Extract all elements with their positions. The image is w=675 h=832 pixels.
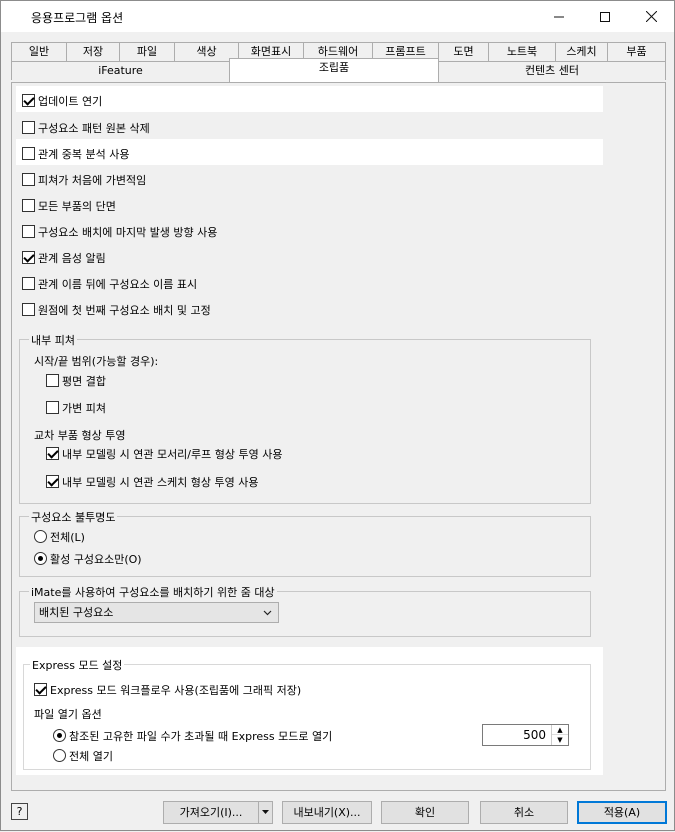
features-adaptive-checkbox[interactable] xyxy=(22,173,35,186)
imate-zoom-selected: 배치된 구성요소 xyxy=(39,606,114,619)
express-title: Express 모드 설정 xyxy=(30,657,125,673)
title-bar: 응용프로그램 옵션 xyxy=(1,1,674,32)
tab-notebook[interactable]: 노트북 xyxy=(488,42,556,61)
cancel-button[interactable]: 취소 xyxy=(480,801,568,824)
opacity-active-label: 활성 구성요소만(O) xyxy=(50,553,142,566)
express-threshold-label: 참조된 고유한 파일 수가 초과될 때 Express 모드로 열기 xyxy=(69,730,333,743)
features-adaptive-label: 피쳐가 처음에 가변적임 xyxy=(38,174,147,187)
opacity-all-radio[interactable] xyxy=(34,530,47,543)
component-names-after-relationships-label: 관계 이름 뒤에 구성요소 이름 표시 xyxy=(38,278,198,291)
opacity-group xyxy=(19,516,591,577)
tab-sketch[interactable]: 스케치 xyxy=(555,42,608,61)
defer-update-label: 업데이트 연기 xyxy=(38,95,103,108)
spin-buttons: ▲ ▼ xyxy=(551,725,568,745)
section-all-parts-checkbox[interactable] xyxy=(22,199,35,212)
maximize-icon[interactable] xyxy=(582,1,628,32)
opacity-title: 구성요소 불투명도 xyxy=(29,509,118,525)
options-dialog: 응용프로그램 옵션 일반 저장 파일 색상 화면표시 하드웨어 프롬프트 도면 … xyxy=(0,0,675,831)
relationship-audio-checkbox[interactable] xyxy=(22,251,35,264)
window-title: 응용프로그램 옵션 xyxy=(31,11,124,25)
range-label: 시작/끝 범위(가능할 경우): xyxy=(34,355,159,368)
mate-plane-label: 평면 결합 xyxy=(62,375,106,388)
sketch-projection-label: 내부 모델링 시 연관 스케치 형상 투영 사용 xyxy=(62,476,259,489)
tab-save[interactable]: 저장 xyxy=(66,42,120,61)
tab-assembly[interactable]: 조립품 xyxy=(229,58,439,82)
apply-button[interactable]: 적용(A) xyxy=(577,801,667,824)
export-button[interactable]: 내보내기(X)... xyxy=(282,801,372,824)
tab-part[interactable]: 부품 xyxy=(607,42,666,61)
mate-plane-checkbox[interactable] xyxy=(46,374,59,387)
import-dropdown-arrow[interactable] xyxy=(258,801,273,824)
import-button[interactable]: 가져오기(I)... xyxy=(163,801,259,824)
edge-loop-projection-label: 내부 모델링 시 연관 모서리/루프 형상 투영 사용 xyxy=(62,448,283,461)
place-first-at-origin-label: 원점에 첫 번째 구성요소 배치 및 고정 xyxy=(38,304,211,317)
edge-loop-projection-checkbox[interactable] xyxy=(46,447,59,460)
express-workflow-label: Express 모드 워크플로우 사용(조립품에 그래픽 저장) xyxy=(50,684,302,697)
relationship-audio-label: 관계 음성 알림 xyxy=(38,252,106,265)
express-threshold-value: 500 xyxy=(523,728,546,742)
defer-update-checkbox[interactable] xyxy=(22,94,35,107)
delete-pattern-source-label: 구성요소 패턴 원본 삭제 xyxy=(38,122,150,135)
ok-button[interactable]: 확인 xyxy=(381,801,469,824)
tab-ifeature[interactable]: iFeature xyxy=(11,61,230,80)
sketch-projection-checkbox[interactable] xyxy=(46,475,59,488)
component-names-after-relationships-checkbox[interactable] xyxy=(22,277,35,290)
section-all-parts-label: 모든 부품의 단면 xyxy=(38,200,116,213)
place-first-at-origin-checkbox[interactable] xyxy=(22,303,35,316)
chevron-down-icon xyxy=(262,810,269,814)
opacity-active-radio[interactable] xyxy=(34,552,47,565)
tab-content-center[interactable]: 컨텐츠 센터 xyxy=(438,61,666,80)
redundancy-analysis-checkbox[interactable] xyxy=(22,147,35,160)
open-all-label: 전체 열기 xyxy=(69,750,113,763)
spin-down-icon[interactable]: ▼ xyxy=(552,735,568,745)
opacity-all-label: 전체(L) xyxy=(50,531,85,544)
adaptive-feature-checkbox[interactable] xyxy=(46,401,59,414)
projection-label: 교차 부품 형상 투영 xyxy=(34,429,126,442)
tab-general[interactable]: 일반 xyxy=(11,42,67,61)
express-threshold-radio[interactable] xyxy=(53,729,66,742)
spin-up-icon[interactable]: ▲ xyxy=(552,725,568,735)
chevron-down-icon xyxy=(263,603,272,629)
close-icon[interactable] xyxy=(628,1,674,32)
tab-drawing[interactable]: 도면 xyxy=(438,42,489,61)
open-all-radio[interactable] xyxy=(53,749,66,762)
express-threshold-input[interactable]: 500 ▲ ▼ xyxy=(482,724,569,746)
help-icon[interactable]: ? xyxy=(11,803,28,820)
express-workflow-checkbox[interactable] xyxy=(34,683,47,696)
adaptive-feature-label: 가변 피쳐 xyxy=(62,402,106,415)
highlight-row xyxy=(16,86,603,112)
imate-zoom-dropdown[interactable]: 배치된 구성요소 xyxy=(34,602,279,623)
imate-zoom-title: iMate를 사용하여 구성요소를 배치하기 위한 줌 대상 xyxy=(29,584,277,600)
minimize-icon[interactable] xyxy=(536,1,582,32)
internal-features-title: 내부 피쳐 xyxy=(29,332,77,348)
last-occurrence-orientation-checkbox[interactable] xyxy=(22,225,35,238)
redundancy-analysis-label: 관계 중복 분석 사용 xyxy=(38,148,130,161)
file-open-options-label: 파일 열기 옵션 xyxy=(34,708,102,721)
tab-file[interactable]: 파일 xyxy=(119,42,175,61)
delete-pattern-source-checkbox[interactable] xyxy=(22,121,35,134)
last-occurrence-orientation-label: 구성요소 배치에 마지막 발생 방향 사용 xyxy=(38,226,218,239)
